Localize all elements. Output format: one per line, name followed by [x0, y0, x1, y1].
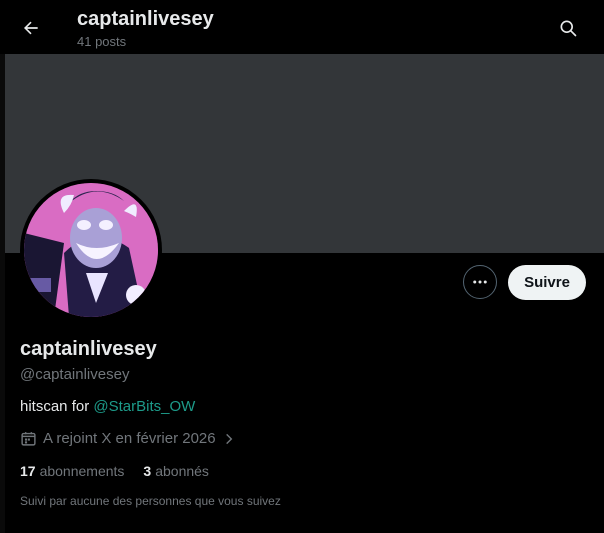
page-title: captainlivesey	[77, 8, 214, 30]
followers-label: abonnés	[155, 463, 209, 479]
followed-by-note: Suivi par aucune des personnes que vous …	[20, 494, 281, 508]
following-link[interactable]: 17 abonnements	[20, 463, 124, 479]
more-options-button[interactable]	[463, 265, 497, 299]
followers-count: 3	[143, 463, 152, 479]
joined-date[interactable]: A rejoint X en février 2026	[20, 430, 236, 447]
user-handle: @captainlivesey	[20, 366, 130, 383]
bio-mention-link[interactable]: @StarBits_OW	[93, 398, 195, 415]
arrow-left-icon	[24, 21, 38, 35]
search-icon	[560, 20, 577, 37]
search-button[interactable]	[551, 11, 585, 45]
calendar-icon	[21, 432, 36, 446]
follow-stats: 17 abonnements 3 abonnés	[20, 463, 209, 479]
bio: hitscan for @StarBits_OW	[20, 398, 195, 415]
more-dots-icon	[473, 280, 487, 284]
avatar-image	[24, 183, 158, 317]
top-bar: captainlivesey 41 posts	[0, 0, 604, 54]
display-name: captainlivesey	[20, 338, 157, 360]
followers-link[interactable]: 3 abonnés	[143, 463, 209, 479]
chevron-right-icon	[225, 433, 232, 444]
avatar[interactable]	[24, 183, 158, 317]
bio-text: hitscan for	[20, 398, 94, 415]
back-button[interactable]	[14, 11, 48, 45]
joined-text: A rejoint X en février 2026	[43, 430, 216, 447]
post-count: 41 posts	[77, 34, 127, 49]
title-block: captainlivesey 41 posts	[77, 7, 214, 49]
following-count: 17	[20, 463, 36, 479]
follow-button[interactable]: Suivre	[508, 265, 586, 300]
following-label: abonnements	[39, 463, 125, 479]
